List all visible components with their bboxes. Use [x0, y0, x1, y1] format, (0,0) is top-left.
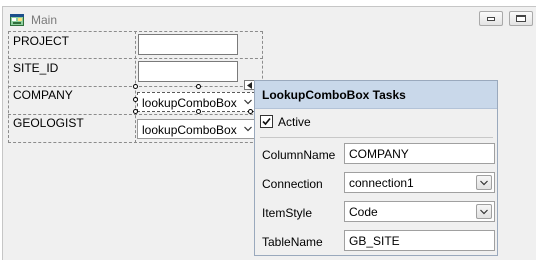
tasks-panel-header: LookupComboBox Tasks	[255, 81, 497, 109]
chevron-down-icon	[480, 180, 488, 186]
minimize-button[interactable]	[479, 11, 503, 26]
maximize-icon	[516, 15, 526, 22]
label-company: COMPANY	[13, 88, 73, 102]
title-bar[interactable]: Main	[3, 7, 535, 33]
site-id-textbox[interactable]	[138, 61, 238, 82]
separator	[260, 137, 493, 138]
designer-surface: Main PROJECT SITE_ID COMPANY GEOLOGIST l…	[0, 0, 536, 260]
app-window-icon	[10, 14, 24, 26]
item-style-dropdown[interactable]: Code	[344, 201, 495, 222]
item-style-value: Code	[349, 205, 378, 219]
label-site-id: SITE_ID	[13, 61, 59, 75]
resize-handle[interactable]	[196, 84, 201, 89]
connection-value: connection1	[349, 176, 414, 190]
chevron-down-icon	[244, 99, 252, 105]
geologist-lookup-combobox[interactable]: lookupComboBox	[137, 119, 255, 139]
tasks-panel-title: LookupComboBox Tasks	[262, 88, 406, 102]
resize-handle[interactable]	[133, 97, 138, 102]
checkmark-icon	[262, 117, 271, 126]
label-geologist: GEOLOGIST	[13, 116, 84, 130]
window-title: Main	[31, 13, 58, 27]
label-project: PROJECT	[13, 34, 70, 48]
column-name-label: ColumnName	[262, 148, 336, 162]
item-style-dropdown-button[interactable]	[476, 204, 492, 219]
column-name-input[interactable]: COMPANY	[344, 143, 495, 164]
active-checkbox[interactable]	[260, 115, 273, 128]
resize-handle[interactable]	[248, 109, 253, 114]
smart-tag-arrow-icon	[247, 82, 252, 89]
smart-tag-tasks-panel: LookupComboBox Tasks Active ColumnName C…	[254, 80, 498, 256]
geologist-combo-text: lookupComboBox	[142, 123, 237, 137]
company-combo-text: lookupComboBox	[142, 96, 237, 110]
table-name-label: TableName	[262, 235, 323, 249]
connection-dropdown[interactable]: connection1	[344, 172, 495, 193]
resize-handle[interactable]	[196, 109, 201, 114]
minimize-icon	[487, 17, 495, 21]
connection-dropdown-button[interactable]	[476, 175, 492, 190]
maximize-button[interactable]	[509, 11, 533, 26]
item-style-label: ItemStyle	[262, 206, 313, 220]
active-label: Active	[278, 115, 311, 129]
table-name-value: GB_SITE	[349, 234, 400, 248]
resize-handle[interactable]	[133, 84, 138, 89]
resize-handle[interactable]	[133, 109, 138, 114]
column-name-value: COMPANY	[349, 147, 409, 161]
chevron-down-icon	[244, 126, 252, 132]
project-textbox[interactable]	[138, 34, 238, 55]
table-name-input[interactable]: GB_SITE	[344, 230, 495, 251]
chevron-down-icon	[480, 209, 488, 215]
connection-label: Connection	[262, 177, 323, 191]
